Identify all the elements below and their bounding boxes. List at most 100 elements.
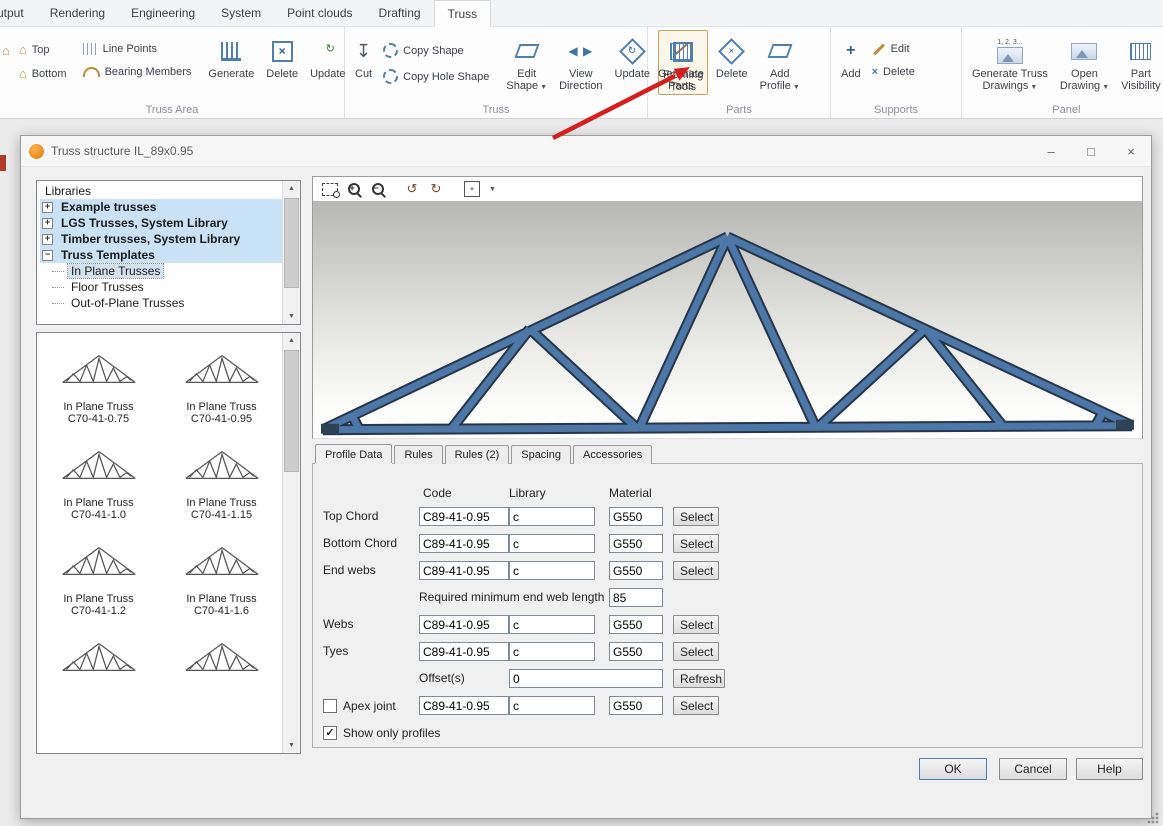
view-options-icon[interactable]: +	[463, 180, 481, 198]
end-webs-select-button[interactable]: Select	[673, 561, 719, 580]
top-button[interactable]: ⌂ Top	[16, 42, 70, 57]
zoom-out-icon[interactable]: −	[369, 180, 387, 198]
apex-joint-material-input[interactable]	[609, 696, 663, 715]
top-chord-select-button[interactable]: Select	[673, 507, 719, 526]
rotate-right-icon[interactable]: ↻	[427, 180, 445, 198]
truss-3d-view[interactable]	[313, 201, 1142, 439]
tree-item-out-of-plane-trusses[interactable]: Out-of-Plane Trusses	[40, 295, 283, 311]
bottom-chord-code-input[interactable]	[419, 534, 509, 553]
edit-shape-button[interactable]: Edit Shape▼	[502, 30, 551, 95]
collapse-icon[interactable]: −	[42, 250, 53, 261]
top-chord-code-input[interactable]	[419, 507, 509, 526]
part-visibility-button[interactable]: Part Visibility	[1117, 30, 1163, 93]
generate-truss-drawings-button[interactable]: 1, 2, 3... Generate Truss Drawings▼	[968, 30, 1052, 95]
webs-library-input[interactable]	[509, 615, 595, 634]
webs-select-button[interactable]: Select	[673, 615, 719, 634]
generate-parts-button[interactable]: Generate Parts	[654, 30, 708, 93]
truss-template-item[interactable]	[40, 625, 158, 689]
close-button[interactable]: ×	[1111, 136, 1151, 166]
tree-item-lgs-trusses[interactable]: + LGS Trusses, System Library	[40, 215, 283, 231]
delete-support-button[interactable]: × Delete	[869, 65, 918, 79]
truss-template-item[interactable]: In Plane TrussC70-41-1.15	[163, 433, 281, 521]
truss-template-item[interactable]: In Plane TrussC70-41-0.95	[163, 337, 281, 425]
ribbon-tab-truss[interactable]: Truss	[434, 0, 492, 27]
tyes-material-input[interactable]	[609, 642, 663, 661]
cancel-button[interactable]: Cancel	[999, 758, 1067, 780]
webs-material-input[interactable]	[609, 615, 663, 634]
end-webs-material-input[interactable]	[609, 561, 663, 580]
scrollbar-thumb[interactable]	[284, 350, 299, 472]
truss-template-item[interactable]: In Plane TrussC70-41-1.2	[40, 529, 158, 617]
tab-rules[interactable]: Rules	[394, 445, 442, 464]
bottom-chord-select-button[interactable]: Select	[673, 534, 719, 553]
add-support-button[interactable]: + Add	[837, 30, 865, 81]
delete-parts-button[interactable]: × Delete	[712, 30, 752, 81]
truss-template-item[interactable]: In Plane TrussC70-41-0.75	[40, 337, 158, 425]
top-chord-library-input[interactable]	[509, 507, 595, 526]
delete-truss-button[interactable]: × Delete	[262, 30, 302, 81]
ribbon-tab-drafting[interactable]: Drafting	[366, 0, 434, 26]
tree-item-timber-trusses[interactable]: + Timber trusses, System Library	[40, 231, 283, 247]
show-only-profiles-checkbox[interactable]: ✓	[323, 726, 337, 740]
expand-icon[interactable]: +	[42, 234, 53, 245]
add-profile-button[interactable]: Add Profile▼	[756, 30, 804, 95]
expand-icon[interactable]: +	[42, 202, 53, 213]
tab-spacing[interactable]: Spacing	[511, 445, 571, 464]
rotate-left-icon[interactable]: ↺	[403, 180, 421, 198]
line-points-button[interactable]: Line Points	[80, 42, 195, 56]
dialog-titlebar[interactable]: Truss structure IL_89x0.95 – □ ×	[21, 136, 1151, 167]
view-direction-button[interactable]: ◀ ▶ View Direction	[555, 30, 606, 93]
tab-rules-2[interactable]: Rules (2)	[445, 445, 510, 464]
truss-template-item[interactable]: In Plane TrussC70-41-1.6	[163, 529, 281, 617]
open-drawing-button[interactable]: Open Drawing▼	[1056, 30, 1113, 95]
tree-item-in-plane-trusses[interactable]: In Plane Trusses	[40, 263, 283, 279]
copy-hole-shape-button[interactable]: Copy Hole Shape	[380, 68, 492, 85]
scroll-down-icon[interactable]: ▼	[283, 309, 300, 324]
ribbon-tab-point-clouds[interactable]: Point clouds	[274, 0, 365, 26]
scroll-up-icon[interactable]: ▲	[283, 333, 300, 348]
bearing-members-button[interactable]: Bearing Members	[80, 65, 195, 79]
ok-button[interactable]: OK	[919, 758, 987, 780]
view-options-dropdown-icon[interactable]: ▼	[489, 186, 496, 193]
top-chord-material-input[interactable]	[609, 507, 663, 526]
apex-joint-code-input[interactable]	[419, 696, 509, 715]
webs-code-input[interactable]	[419, 615, 509, 634]
thumbnails-scrollbar[interactable]: ▲ ▼	[282, 333, 300, 753]
end-webs-code-input[interactable]	[419, 561, 509, 580]
zoom-window-icon[interactable]	[321, 180, 339, 198]
tree-item-floor-trusses[interactable]: Floor Trusses	[40, 279, 283, 295]
bottom-chord-library-input[interactable]	[509, 534, 595, 553]
edit-support-button[interactable]: Edit	[869, 42, 918, 56]
ribbon-tab-engineering[interactable]: Engineering	[118, 0, 208, 26]
expand-icon[interactable]: +	[42, 218, 53, 229]
generate-button[interactable]: Generate	[204, 30, 258, 81]
tree-item-truss-templates[interactable]: − Truss Templates	[40, 247, 283, 263]
tyes-select-button[interactable]: Select	[673, 642, 719, 661]
maximize-button[interactable]: □	[1071, 136, 1111, 166]
tab-profile-data[interactable]: Profile Data	[315, 444, 392, 463]
tyes-library-input[interactable]	[509, 642, 595, 661]
min-end-web-length-input[interactable]	[609, 588, 663, 607]
bottom-button[interactable]: ⌂ Bottom	[16, 66, 70, 81]
truss-template-item[interactable]: In Plane TrussC70-41-1.0	[40, 433, 158, 521]
apex-joint-checkbox[interactable]	[323, 699, 337, 713]
scroll-up-icon[interactable]: ▲	[283, 181, 300, 196]
help-button[interactable]: Help	[1076, 758, 1143, 780]
refresh-button[interactable]: Refresh	[673, 669, 725, 688]
offset-input[interactable]	[509, 669, 663, 688]
copy-shape-button[interactable]: Copy Shape	[380, 42, 492, 59]
tab-accessories[interactable]: Accessories	[573, 445, 652, 464]
minimize-button[interactable]: –	[1031, 136, 1071, 166]
ribbon-tab-system[interactable]: System	[208, 0, 274, 26]
cut-button[interactable]: ↧ Cut	[351, 30, 376, 81]
bottom-chord-material-input[interactable]	[609, 534, 663, 553]
apex-joint-library-input[interactable]	[509, 696, 595, 715]
tree-item-example-trusses[interactable]: + Example trusses	[40, 199, 283, 215]
apex-joint-select-button[interactable]: Select	[673, 696, 719, 715]
update-truss-area-button[interactable]: ↻ Update	[306, 30, 349, 81]
ribbon-tab-output[interactable]: utput	[0, 0, 37, 26]
end-webs-library-input[interactable]	[509, 561, 595, 580]
ribbon-tab-rendering[interactable]: Rendering	[37, 0, 118, 26]
truss-template-item[interactable]	[163, 625, 281, 689]
tyes-code-input[interactable]	[419, 642, 509, 661]
